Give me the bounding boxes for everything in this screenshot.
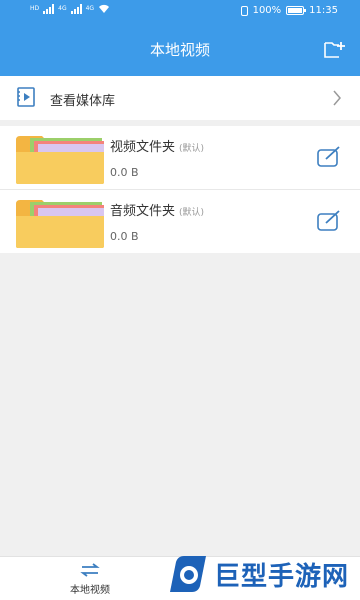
edit-icon[interactable] — [316, 146, 342, 168]
folder-size: 0.0 B — [110, 230, 139, 243]
chevron-right-icon — [333, 90, 341, 106]
status-right: 100% 11:35 — [240, 5, 338, 16]
signal-icon — [70, 4, 82, 14]
network-type-label: HD — [30, 5, 40, 12]
folder-item[interactable]: 音频文件夹 (默认) 0.0 B — [0, 189, 360, 253]
battery-icon — [286, 6, 307, 15]
media-library-label: 查看媒体库 — [50, 94, 116, 109]
video-file-icon — [17, 87, 35, 107]
network-type-label: 4G — [58, 5, 67, 12]
vibrate-icon — [240, 5, 248, 16]
network-indicators: HD 4G 4G — [30, 4, 110, 14]
default-tag: (默认) — [179, 144, 205, 154]
status-bar: HD 4G 4G 100% 11:35 — [0, 0, 360, 24]
app-bar: 本地视频 — [0, 24, 360, 76]
wifi-icon — [99, 4, 110, 14]
folder-icon — [16, 200, 104, 248]
folder-name: 音频文件夹 (默认) — [110, 204, 205, 219]
watermark-text: 巨型手游网 — [214, 561, 350, 592]
add-folder-icon[interactable] — [324, 40, 346, 58]
default-tag: (默认) — [179, 208, 205, 218]
folder-list: 视频文件夹 (默认) 0.0 B 音频文件夹 (默认) 0.0 B — [0, 120, 360, 253]
site-logo-icon — [170, 556, 206, 592]
edit-icon[interactable] — [316, 210, 342, 232]
signal-icon — [43, 4, 55, 14]
folder-size: 0.0 B — [110, 166, 139, 179]
tab-label: 本地视频 — [70, 585, 110, 596]
page-title: 本地视频 — [149, 41, 210, 59]
media-library-row[interactable]: 查看媒体库 — [0, 76, 360, 120]
network-type-label: 4G — [85, 5, 95, 12]
battery-percent: 100% — [252, 5, 282, 16]
swap-icon — [80, 563, 100, 577]
clock: 11:35 — [309, 5, 338, 16]
folder-name: 视频文件夹 (默认) — [110, 140, 205, 155]
folder-item[interactable]: 视频文件夹 (默认) 0.0 B — [0, 120, 360, 189]
watermark: 巨型手游网 — [166, 548, 360, 600]
tab-local-video[interactable]: 本地视频 — [50, 563, 130, 596]
folder-icon — [16, 136, 104, 184]
